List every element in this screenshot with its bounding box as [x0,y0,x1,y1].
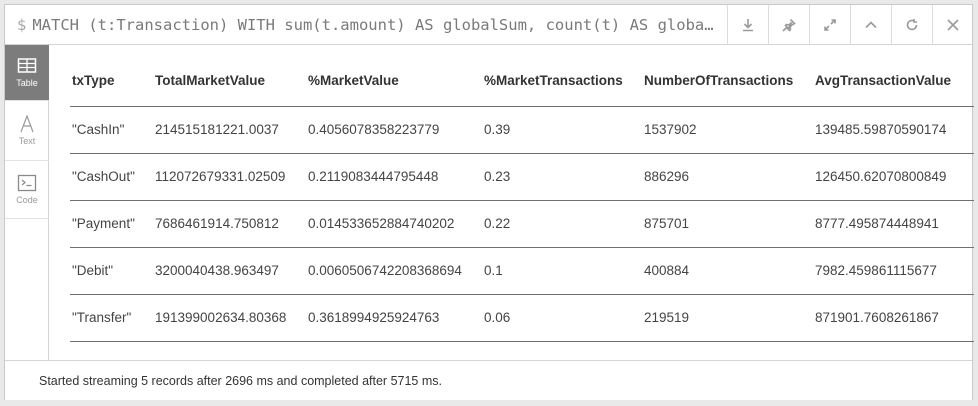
query-editor[interactable]: $ MATCH (t:Transaction) WITH sum(t.amount… [17,5,729,45]
column-header: TotalMarketValue [153,56,306,107]
table-cell: "Payment" [70,200,153,248]
view-switcher: Table Text Code [5,45,49,360]
collapse-up-icon [865,21,877,29]
pin-button[interactable] [768,5,809,45]
table-cell: 871901.7608261867 [813,294,974,342]
status-bar: Started streaming 5 records after 2696 m… [5,360,972,400]
column-header: NumberOfTransactions [642,56,813,107]
table-cell: 191399002634.80368 [153,294,306,342]
table-cell: 0.22 [482,200,642,248]
table-cell: 0.3618994925924763 [306,294,482,342]
table-cell: 214515181221.0037 [153,106,306,154]
close-icon [947,19,959,31]
table-cell: 7686461914.750812 [153,200,306,248]
rerun-button[interactable] [891,5,932,45]
column-header: %MarketTransactions [482,56,642,107]
expand-icon [824,19,836,31]
rerun-icon [906,19,918,31]
table-row: "Payment" 7686461914.750812 0.0145336528… [70,200,974,248]
table-cell: 0.39 [482,106,642,154]
table-cell: 219519 [642,294,813,342]
table-cell: "CashOut" [70,153,153,201]
table-cell: 3200040438.963497 [153,247,306,295]
expand-button[interactable] [809,5,850,45]
column-header: txType [70,56,153,107]
download-button[interactable] [727,5,768,45]
table-cell: 1537902 [642,106,813,154]
view-table-button[interactable]: Table [5,45,49,101]
table-cell: 875701 [642,200,813,248]
table-cell: 0.0060506742208368694 [306,247,482,295]
table-cell: 8777.495874448941 [813,200,974,248]
download-icon [743,19,753,32]
table-cell: 7982.459861115677 [813,247,974,295]
table-cell: 0.4056078358223779 [306,106,482,154]
table-cell: 112072679331.02509 [153,153,306,201]
table-cell: 0.23 [482,153,642,201]
query-text: MATCH (t:Transaction) WITH sum(t.amount)… [32,16,714,34]
view-label: Code [16,195,38,205]
table-cell: 0.1 [482,247,642,295]
result-frame: $ MATCH (t:Transaction) WITH sum(t.amount… [4,4,974,400]
table-row: "CashIn" 214515181221.0037 0.40560783582… [70,106,974,154]
close-button[interactable] [932,5,973,45]
table-cell: 0.06 [482,294,642,342]
table-cell: 400884 [642,247,813,295]
table-cell: "Debit" [70,247,153,295]
query-header: $ MATCH (t:Transaction) WITH sum(t.amount… [5,5,972,45]
table-header-row: txType TotalMarketValue %MarketValue %Ma… [70,56,974,107]
view-code-button[interactable]: Code [5,161,49,219]
table-row: "Transfer" 191399002634.80368 0.36189949… [70,294,974,342]
status-message: Started streaming 5 records after 2696 m… [39,374,442,388]
table-row: "CashOut" 112072679331.02509 0.211908344… [70,153,974,201]
view-label: Table [16,78,38,88]
results-table: txType TotalMarketValue %MarketValue %Ma… [70,56,974,342]
table-icon [17,58,37,73]
column-header: AvgTransactionValue [813,56,974,107]
table-cell: 139485.59870590174 [813,106,974,154]
view-label: Text [18,136,36,146]
text-icon [20,115,34,133]
table-row: "Debit" 3200040438.963497 0.006050674220… [70,247,974,295]
table-cell: 0.2119083444795448 [306,153,482,201]
table-cell: "CashIn" [70,106,153,154]
table-cell: "Transfer" [70,294,153,342]
table-cell: 886296 [642,153,813,201]
collapse-button[interactable] [850,5,891,45]
table-cell: 0.014533652884740202 [306,200,482,248]
results-table-area: txType TotalMarketValue %MarketValue %Ma… [49,45,974,360]
code-icon [17,174,37,192]
view-text-button[interactable]: Text [5,101,49,161]
prompt-symbol: $ [17,16,27,34]
pin-icon [782,18,796,32]
table-cell: 126450.62070800849 [813,153,974,201]
column-header: %MarketValue [306,56,482,107]
